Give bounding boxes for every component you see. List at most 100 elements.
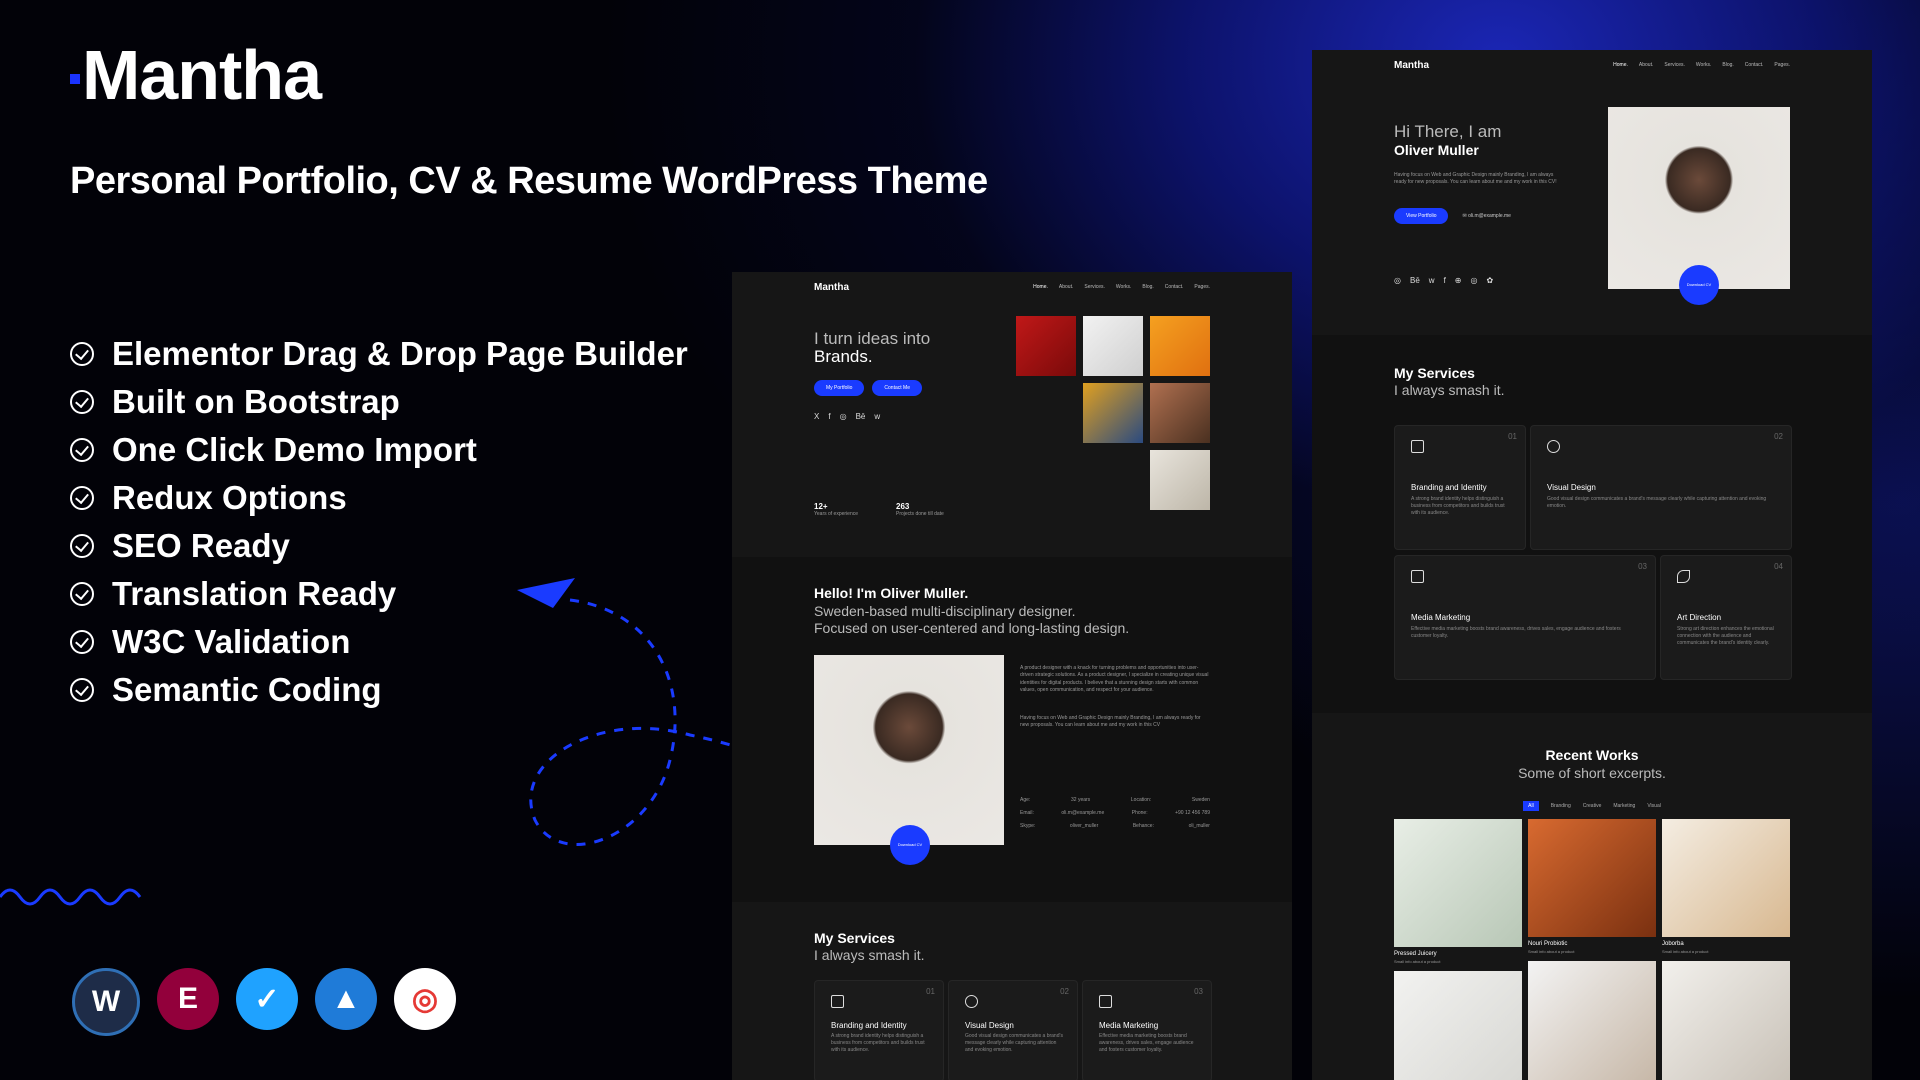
portfolio-thumb[interactable] [1083,383,1143,443]
work-thumb[interactable] [1528,961,1656,1080]
service-title: Branding and Identity [831,1021,907,1030]
right-social: ◎ Bē w f ⊕ ◎ ✿ [1394,276,1493,285]
right-nav-logo[interactable]: Mantha [1394,60,1429,71]
nav-link-contact[interactable]: Contact. [1745,62,1764,68]
service-title: Media Marketing [1411,613,1471,622]
service-card[interactable]: 01 Branding and Identity A strong brand … [1394,425,1526,550]
work-thumb[interactable] [1394,819,1522,947]
elementor-glyph: E [177,982,198,1015]
facebook-icon[interactable]: f [828,412,830,421]
nav-link-works[interactable]: Works. [1116,284,1131,290]
portfolio-thumb[interactable] [1150,316,1210,376]
portfolio-thumb[interactable] [1083,316,1143,376]
stat-label: Projects done till date [896,511,944,517]
view-portfolio-button[interactable]: View Portfolio [1394,208,1449,224]
service-card[interactable]: 03 Media Marketing Effective media marke… [1082,980,1212,1080]
behance-icon[interactable]: Bē [856,412,866,421]
work-thumb[interactable] [1528,819,1656,937]
work-thumb[interactable] [1662,819,1790,937]
check-circle-icon [70,390,94,414]
about-subtitle: Focused on user-centered and long-lastin… [814,620,1130,636]
download-cv-button[interactable]: Download CV [890,825,930,865]
contact-form-glyph: ✓ [254,982,280,1016]
nav-link-home[interactable]: Home. [1033,284,1048,290]
my-portfolio-button[interactable]: My Portfolio [814,380,865,396]
nav-link-pages[interactable]: Pages. [1194,284,1210,290]
right-hero-line1: Hi There, I am [1394,122,1502,141]
filter-creative[interactable]: Creative [1583,801,1602,811]
service-card[interactable]: 02 Visual Design Good visual design comm… [1530,425,1792,550]
stat-projects: 263 Projects done till date [896,502,944,518]
services-subtitle: I always smash it. [814,947,925,963]
eye-icon [1547,440,1560,453]
feature-label: One Click Demo Import [112,431,477,468]
filter-visual[interactable]: Visual [1647,801,1661,811]
dribbble-icon[interactable]: ⊕ [1455,276,1462,285]
works-title: Recent Works [1545,747,1639,763]
work-title: Pressed Juicery [1394,951,1437,957]
nav-link-home[interactable]: Home. [1613,62,1628,68]
filter-all[interactable]: All [1523,801,1539,811]
mid-hero-heading: I turn ideas into Brands. [814,330,930,366]
feature-label: W3C Validation [112,623,351,660]
service-number: 02 [1774,432,1783,441]
nav-link-blog[interactable]: Blog. [1142,284,1153,290]
mid-services: My Services I always smash it. 01 Brandi… [732,902,1292,1080]
feature-item: W3C Validation [70,618,688,666]
filter-branding[interactable]: Branding [1551,801,1571,811]
mid-hero: I turn ideas into Brands. My Portfolio C… [732,302,1292,557]
feature-item: SEO Ready [70,522,688,570]
nav-link-contact[interactable]: Contact. [1165,284,1184,290]
mid-nav-logo[interactable]: Mantha [814,282,849,293]
right-nav-links: Home. About. Services. Works. Blog. Cont… [1613,62,1790,68]
work-sub: Small info about a product [1662,949,1709,954]
plugin-icons: W E ✓ ▲ ◎ [72,968,456,1036]
service-card[interactable]: 01 Branding and Identity A strong brand … [814,980,944,1080]
unsplash-icon[interactable]: ✿ [1486,276,1493,285]
service-card[interactable]: 04 Art Direction Strong art direction en… [1660,555,1792,680]
webflow-icon[interactable]: w [1429,276,1435,285]
service-card[interactable]: 02 Visual Design Good visual design comm… [948,980,1078,1080]
nav-link-pages[interactable]: Pages. [1774,62,1790,68]
right-download-cv-button[interactable]: Download CV [1679,265,1719,305]
right-works: Recent Works Some of short excerpts. All… [1312,713,1872,1080]
cube-icon [831,995,844,1008]
nav-link-services[interactable]: Services. [1084,284,1105,290]
webflow-icon[interactable]: w [874,412,880,421]
instagram-icon[interactable]: ◎ [840,412,847,421]
work-thumb[interactable] [1394,971,1522,1080]
check-circle-icon [70,486,94,510]
nav-link-works[interactable]: Works. [1696,62,1711,68]
service-number: 03 [1194,987,1203,996]
service-title: Visual Design [965,1021,1014,1030]
feature-label: Semantic Coding [112,671,382,708]
work-sub: Small info about a product [1394,959,1441,964]
figma-icon[interactable]: f [1444,276,1446,285]
feature-item: Semantic Coding [70,666,688,714]
github-icon[interactable]: ◎ [1471,276,1478,285]
contact-me-button[interactable]: Contact Me [872,380,922,396]
info-row: Age: 32 years Location: Sweden [1020,797,1210,803]
feature-item: One Click Demo Import [70,426,688,474]
download-cv-label: Download CV [1686,281,1712,287]
info-key: Behance: [1132,823,1154,829]
mid-social: X f ◎ Bē w [814,412,880,421]
work-thumb[interactable] [1662,961,1790,1080]
service-card[interactable]: 03 Media Marketing Effective media marke… [1394,555,1656,680]
service-desc: Effective media marketing boosts brand a… [1411,626,1621,639]
portfolio-thumb[interactable] [1150,383,1210,443]
filter-marketing[interactable]: Marketing [1613,801,1635,811]
mid-hero-line1: I turn ideas into [814,329,931,348]
nav-link-about[interactable]: About. [1639,62,1653,68]
nav-link-about[interactable]: About. [1059,284,1073,290]
portfolio-thumb[interactable] [1016,316,1076,376]
behance-icon[interactable]: Bē [1410,276,1420,285]
info-key: Location: [1130,797,1152,803]
email-link[interactable]: ✉ oli.m@example.me [1462,213,1510,219]
x-icon[interactable]: X [814,412,819,421]
right-screen: Mantha Home. About. Services. Works. Blo… [1312,50,1872,1080]
nav-link-services[interactable]: Services. [1664,62,1685,68]
portfolio-thumb[interactable] [1150,450,1210,510]
nav-link-blog[interactable]: Blog. [1722,62,1733,68]
instagram-icon[interactable]: ◎ [1394,276,1401,285]
